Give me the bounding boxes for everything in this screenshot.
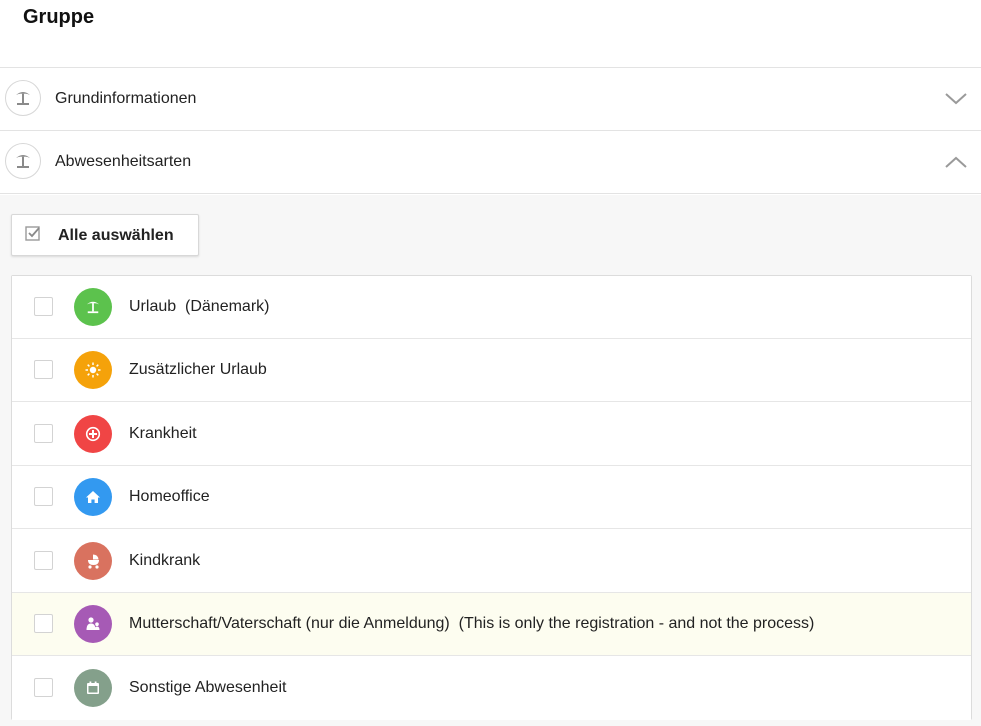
absence-type-label: Zusätzlicher Urlaub [129, 361, 267, 378]
list-item[interactable]: Homeoffice [12, 466, 971, 529]
checkbox[interactable] [34, 360, 53, 379]
parent-child-icon [74, 605, 112, 643]
absence-type-label: Mutterschaft/Vaterschaft (nur die Anmeld… [129, 615, 815, 632]
section-label: Grundinformationen [55, 90, 197, 107]
list-item[interactable]: Krankheit [12, 403, 971, 466]
list-item[interactable]: Mutterschaft/Vaterschaft (nur die Anmeld… [12, 593, 971, 656]
calendar-icon [74, 669, 112, 707]
absence-type-label: Homeoffice [129, 488, 210, 505]
sun-icon [74, 351, 112, 389]
checkbox[interactable] [34, 614, 53, 633]
page-title: Gruppe [23, 6, 95, 28]
checkbox-checked-icon [25, 226, 40, 241]
list-item[interactable]: Urlaub (Dänemark) [12, 276, 971, 339]
list-item[interactable]: Sonstige Abwesenheit [12, 657, 971, 720]
checkbox[interactable] [34, 297, 53, 316]
select-all-label: Alle auswählen [58, 227, 174, 244]
absence-types-panel: Alle auswählen Urlaub (Dänemark) Zusätzl… [0, 195, 981, 726]
absence-type-label: Krankheit [129, 425, 197, 442]
stroller-icon [74, 542, 112, 580]
checkbox[interactable] [34, 424, 53, 443]
section-grundinformationen[interactable]: Grundinformationen [0, 67, 981, 131]
select-all-button[interactable]: Alle auswählen [11, 214, 199, 256]
palm-tree-icon [74, 288, 112, 326]
list-item[interactable]: Zusätzlicher Urlaub [12, 339, 971, 402]
chevron-up-icon[interactable] [945, 151, 967, 173]
absence-type-list: Urlaub (Dänemark) Zusätzlicher Urlaub Kr… [11, 275, 972, 720]
checkbox[interactable] [34, 487, 53, 506]
absence-type-label: Urlaub (Dänemark) [129, 298, 270, 315]
palm-tree-icon [5, 80, 41, 116]
absence-type-label: Kindkrank [129, 552, 201, 569]
home-icon [74, 478, 112, 516]
section-label: Abwesenheitsarten [55, 153, 192, 170]
checkbox[interactable] [34, 678, 53, 697]
palm-tree-icon [5, 143, 41, 179]
list-item[interactable]: Kindkrank [12, 530, 971, 593]
chevron-down-icon[interactable] [945, 88, 967, 110]
absence-type-label: Sonstige Abwesenheit [129, 679, 287, 696]
medical-cross-icon [74, 415, 112, 453]
checkbox[interactable] [34, 551, 53, 570]
section-abwesenheitsarten[interactable]: Abwesenheitsarten [0, 130, 981, 194]
